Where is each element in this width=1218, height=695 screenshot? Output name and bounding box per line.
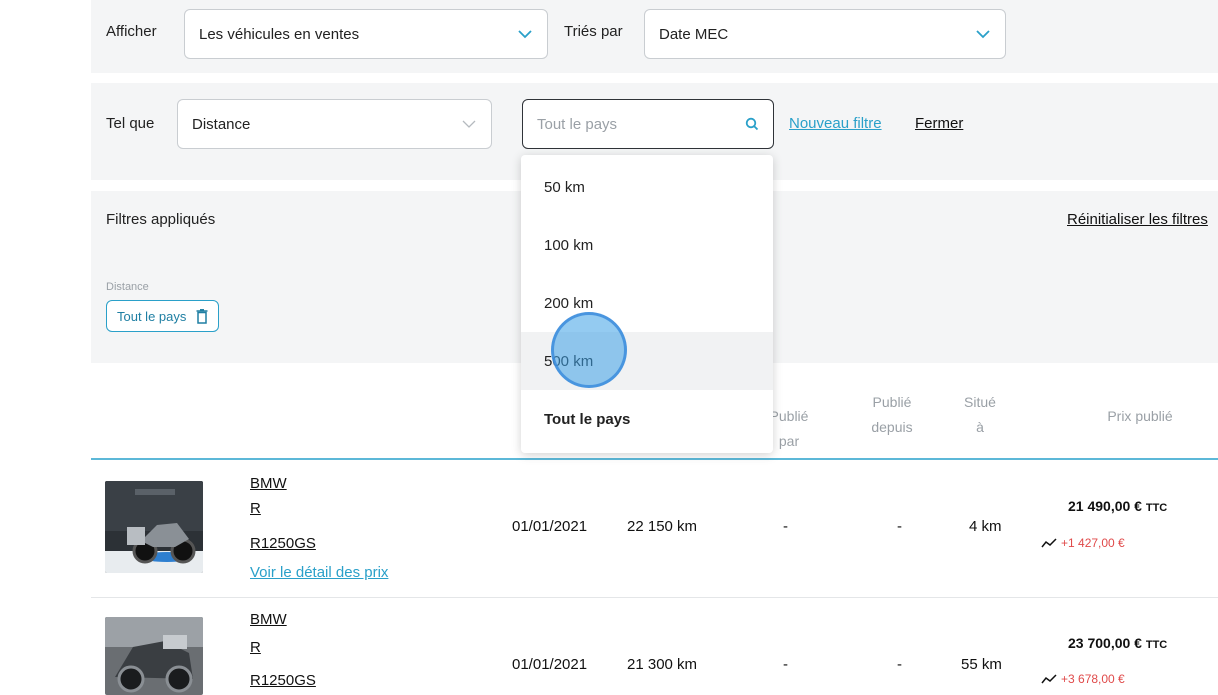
show-select[interactable]: Les véhicules en ventes bbox=[184, 9, 548, 59]
header-published-since-line2: depuis bbox=[871, 419, 913, 435]
vehicle-version-link[interactable]: R1250GS bbox=[250, 535, 316, 552]
header-price: Prix publié bbox=[1107, 408, 1173, 424]
such-as-label: Tel que bbox=[106, 115, 155, 132]
price-delta: +3 678,00 € bbox=[1041, 672, 1125, 686]
applied-filter-chip: Tout le pays bbox=[106, 300, 220, 332]
distance-dropdown-menu: 50 km 100 km 200 km 500 km Tout le pays bbox=[521, 155, 773, 453]
show-select-value: Les véhicules en ventes bbox=[199, 25, 360, 43]
chip-label: Tout le pays bbox=[117, 308, 187, 324]
vehicle-thumbnail[interactable] bbox=[105, 481, 203, 573]
dropdown-option-50km[interactable]: 50 km bbox=[521, 158, 773, 216]
published-since-value: - bbox=[897, 518, 902, 535]
search-icon bbox=[745, 117, 759, 131]
registration-date: 01/01/2021 bbox=[512, 656, 588, 673]
header-located-line2: à bbox=[976, 419, 984, 435]
new-filter-link[interactable]: Nouveau filtre bbox=[789, 115, 882, 132]
dropdown-option-whole-country[interactable]: Tout le pays bbox=[521, 390, 773, 448]
distance-value: 4 km bbox=[969, 518, 1002, 535]
chip-group-label: Distance bbox=[106, 281, 149, 293]
dropdown-option-100km[interactable]: 100 km bbox=[521, 216, 773, 274]
header-published-since-line1: Publié bbox=[872, 394, 912, 410]
published-by-value: - bbox=[783, 518, 788, 535]
chevron-down-icon bbox=[518, 30, 532, 39]
table-header-divider bbox=[91, 458, 1218, 460]
registration-date: 01/01/2021 bbox=[512, 518, 588, 535]
chevron-down-icon bbox=[976, 30, 990, 39]
price-suffix: TTC bbox=[1145, 639, 1168, 651]
close-filter-link[interactable]: Fermer bbox=[915, 115, 963, 132]
vehicle-model-link[interactable]: R bbox=[250, 639, 261, 656]
published-price: 21 490,00 € TTC bbox=[1068, 498, 1167, 514]
published-price: 23 700,00 € TTC bbox=[1068, 635, 1167, 651]
sort-select-value: Date MEC bbox=[659, 25, 729, 43]
applied-filters-title: Filtres appliqués bbox=[106, 211, 216, 228]
row-divider bbox=[91, 597, 1218, 598]
criterion-select[interactable]: Distance bbox=[177, 99, 492, 149]
published-since-value: - bbox=[897, 656, 902, 673]
dropdown-option-200km[interactable]: 200 km bbox=[521, 274, 773, 332]
vehicle-model-link[interactable]: R bbox=[250, 500, 261, 517]
chevron-down-icon bbox=[462, 120, 476, 128]
mileage: 22 150 km bbox=[627, 518, 698, 535]
trend-up-icon bbox=[1041, 538, 1057, 548]
click-indicator bbox=[551, 312, 627, 388]
header-located-line1: Situé bbox=[964, 394, 996, 410]
reset-filters-link[interactable]: Réinitialiser les filtres bbox=[1067, 211, 1208, 228]
criterion-select-value: Distance bbox=[192, 115, 251, 133]
show-label: Afficher bbox=[106, 23, 157, 40]
distance-search-field[interactable] bbox=[522, 99, 774, 149]
sort-label: Triés par bbox=[564, 23, 623, 40]
vehicle-brand-link[interactable]: BMW bbox=[250, 611, 287, 628]
trash-icon[interactable] bbox=[196, 308, 208, 324]
price-suffix: TTC bbox=[1145, 502, 1168, 514]
sort-select[interactable]: Date MEC bbox=[644, 9, 1006, 59]
trend-up-icon bbox=[1041, 674, 1057, 684]
price-delta-value: +1 427,00 € bbox=[1061, 536, 1125, 550]
price-delta-value: +3 678,00 € bbox=[1061, 672, 1125, 686]
distance-value: 55 km bbox=[961, 656, 1002, 673]
vehicle-version-link[interactable]: R1250GS bbox=[250, 672, 316, 689]
distance-search-input[interactable] bbox=[537, 115, 745, 133]
vehicle-brand-link[interactable]: BMW bbox=[250, 475, 287, 492]
header-located: Situé à bbox=[955, 390, 1005, 440]
header-published-since: Publié depuis bbox=[857, 390, 927, 440]
price-amount: 21 490,00 € bbox=[1068, 498, 1142, 514]
published-by-value: - bbox=[783, 656, 788, 673]
price-delta: +1 427,00 € bbox=[1041, 536, 1125, 550]
price-detail-link[interactable]: Voir le détail des prix bbox=[250, 564, 388, 581]
vehicle-thumbnail[interactable] bbox=[105, 617, 203, 695]
mileage: 21 300 km bbox=[627, 656, 698, 673]
price-amount: 23 700,00 € bbox=[1068, 635, 1142, 651]
